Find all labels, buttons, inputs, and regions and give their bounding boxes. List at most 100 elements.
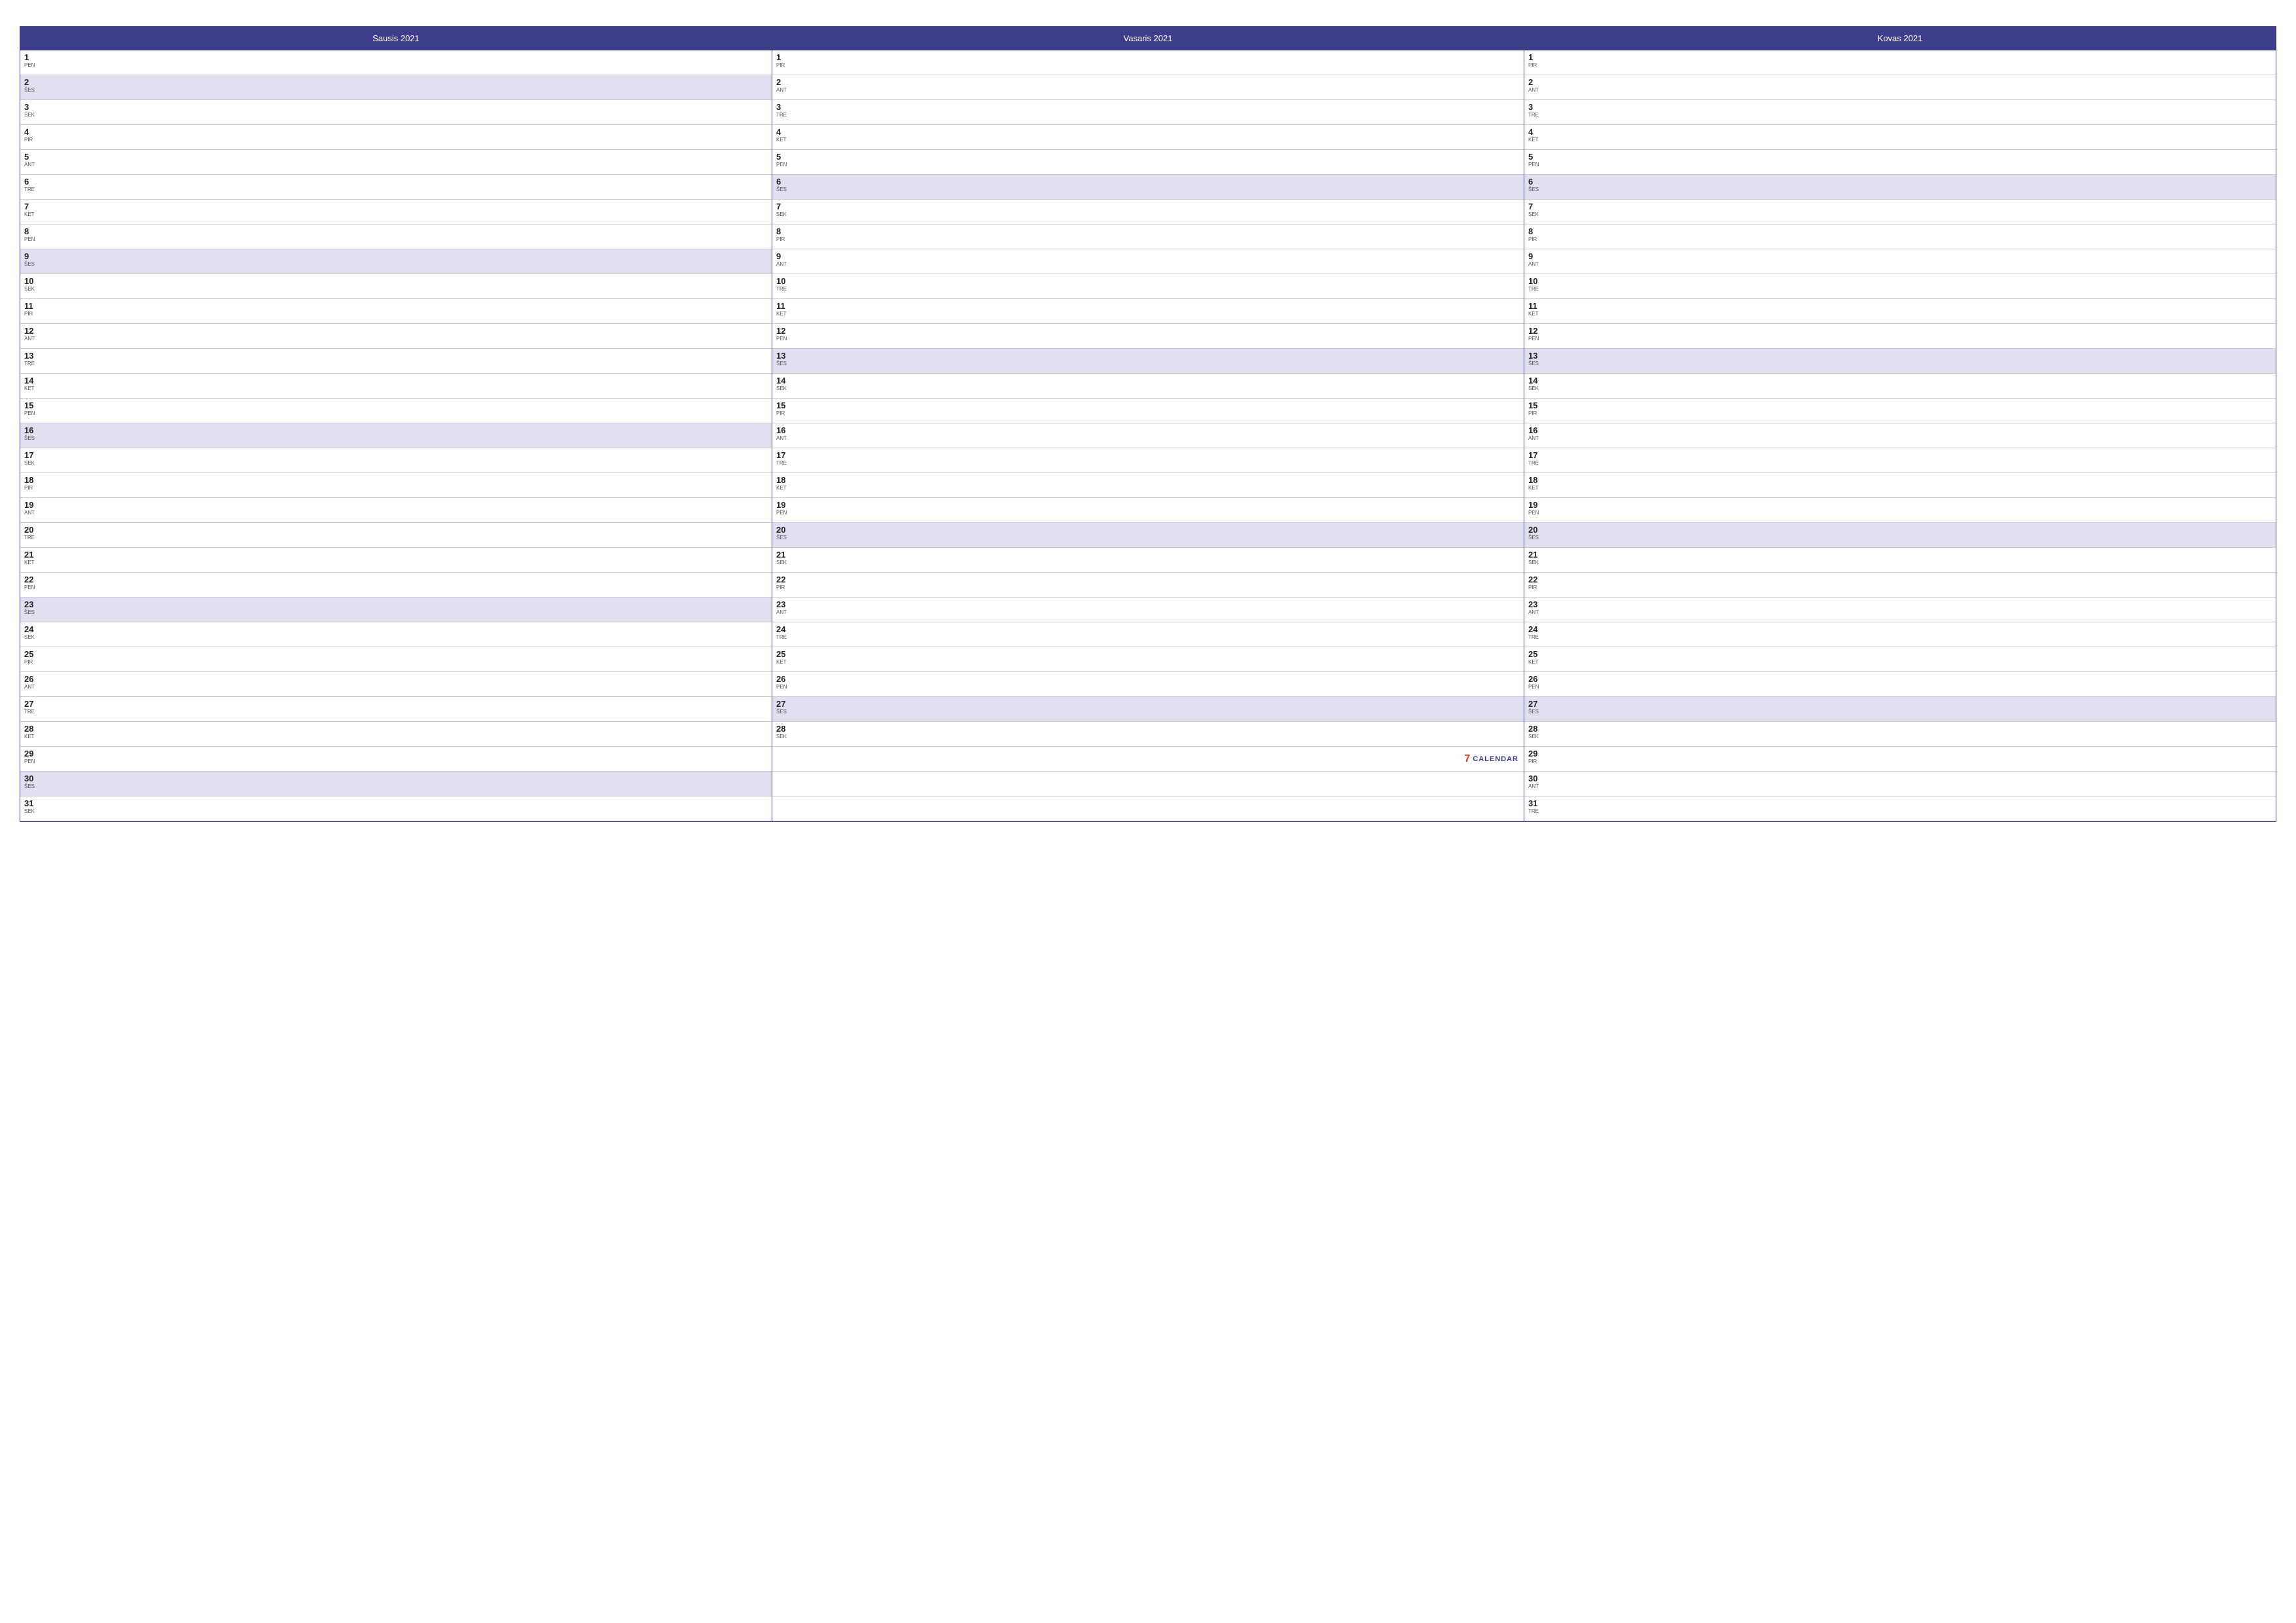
day-row: 4KET <box>1524 125 2276 150</box>
day-row: 3TRE <box>1524 100 2276 125</box>
day-row: 28SEK <box>1524 722 2276 747</box>
day-number-wrap: 23ANT <box>1528 599 1547 615</box>
day-abbr: ŠES <box>1528 187 1547 193</box>
day-number-wrap: 17TRE <box>776 450 795 466</box>
day-row: 23ANT <box>1524 597 2276 622</box>
day-row: 15PIR <box>1524 399 2276 423</box>
day-number-wrap: 31TRE <box>1528 798 1547 814</box>
day-number-wrap: 24TRE <box>1528 624 1547 640</box>
day-number: 20 <box>24 525 43 535</box>
day-abbr: SEK <box>1528 734 1547 740</box>
day-number-wrap: 6TRE <box>24 177 43 192</box>
day-number: 28 <box>776 724 795 734</box>
day-abbr: ANT <box>24 336 43 342</box>
day-number: 3 <box>1528 102 1547 113</box>
day-row: 17SEK <box>20 448 772 473</box>
day-number-wrap: 26PEN <box>1528 674 1547 690</box>
watermark-label: CALENDAR <box>1473 755 1518 763</box>
day-row: 7SEK <box>1524 200 2276 224</box>
day-abbr: ANT <box>776 436 795 442</box>
day-number: 22 <box>1528 575 1547 585</box>
day-abbr: PEN <box>1528 510 1547 516</box>
day-number: 20 <box>776 525 795 535</box>
day-abbr: TRE <box>1528 287 1547 293</box>
day-abbr: ŠES <box>24 610 43 616</box>
day-row-empty <box>772 796 1524 821</box>
day-number: 25 <box>1528 649 1547 660</box>
day-number-wrap: 1PIR <box>776 52 795 68</box>
day-number-wrap: 20TRE <box>24 525 43 541</box>
day-number-wrap: 8PIR <box>776 226 795 242</box>
day-number-wrap: 2ANT <box>776 77 795 93</box>
day-abbr: PEN <box>776 685 795 690</box>
day-number: 30 <box>1528 774 1547 784</box>
day-number: 3 <box>24 102 43 113</box>
month-header-january: Sausis 2021 <box>20 27 772 50</box>
day-number: 11 <box>776 301 795 312</box>
day-number: 2 <box>1528 77 1547 88</box>
day-row-empty <box>772 772 1524 796</box>
calendar-grid: Sausis 20211PEN2ŠES3SEK4PIR5ANT6TRE7KET8… <box>20 26 2276 822</box>
day-abbr: SEK <box>24 287 43 293</box>
day-row: 28KET <box>20 722 772 747</box>
day-abbr: PEN <box>776 510 795 516</box>
day-number-wrap: 28SEK <box>1528 724 1547 740</box>
day-number-wrap: 7SEK <box>1528 202 1547 217</box>
day-row: 11KET <box>772 299 1524 324</box>
day-number: 5 <box>24 152 43 162</box>
day-row: 23ŠES <box>20 597 772 622</box>
day-row: 22PIR <box>772 573 1524 597</box>
day-number-wrap: 1PEN <box>24 52 43 68</box>
day-row: 21SEK <box>772 548 1524 573</box>
day-number-wrap: 5ANT <box>24 152 43 168</box>
day-row: 31TRE <box>1524 796 2276 821</box>
day-number: 1 <box>24 52 43 63</box>
day-number-wrap: 13ŠES <box>1528 351 1547 366</box>
day-number-wrap: 5PEN <box>776 152 795 168</box>
day-abbr: PIR <box>24 660 43 666</box>
day-abbr: TRE <box>1528 113 1547 118</box>
day-row: 13TRE <box>20 349 772 374</box>
day-number: 29 <box>1528 749 1547 759</box>
watermark: 7CALENDAR <box>1464 753 1518 765</box>
day-number: 31 <box>24 798 43 809</box>
day-number-wrap: 23ŠES <box>24 599 43 615</box>
day-number: 8 <box>776 226 795 237</box>
day-row: 25PIR <box>20 647 772 672</box>
day-abbr: SEK <box>776 386 795 392</box>
day-row: 30ŠES <box>20 772 772 796</box>
day-row: 14SEK <box>772 374 1524 399</box>
day-row: 4PIR <box>20 125 772 150</box>
day-number: 26 <box>24 674 43 685</box>
day-number-wrap: 14SEK <box>776 376 795 391</box>
day-number: 22 <box>776 575 795 585</box>
day-abbr: SEK <box>776 212 795 218</box>
day-abbr: PEN <box>1528 336 1547 342</box>
day-abbr: PIR <box>1528 759 1547 765</box>
day-abbr: ANT <box>24 162 43 168</box>
day-abbr: TRE <box>1528 635 1547 641</box>
day-number-wrap: 18KET <box>1528 475 1547 491</box>
day-number: 26 <box>1528 674 1547 685</box>
day-number: 17 <box>24 450 43 461</box>
day-abbr: PIR <box>24 486 43 491</box>
day-row: 11PIR <box>20 299 772 324</box>
day-row: 28SEK <box>772 722 1524 747</box>
day-row: 14SEK <box>1524 374 2276 399</box>
day-abbr: ŠES <box>24 436 43 442</box>
day-row: 2ANT <box>772 75 1524 100</box>
day-abbr: TRE <box>776 461 795 467</box>
day-number: 9 <box>1528 251 1547 262</box>
day-number-wrap: 20ŠES <box>1528 525 1547 541</box>
day-number: 27 <box>776 699 795 709</box>
day-row: 27ŠES <box>1524 697 2276 722</box>
day-row: 8PIR <box>772 224 1524 249</box>
day-abbr: KET <box>24 734 43 740</box>
day-number: 9 <box>24 251 43 262</box>
day-number-wrap: 7KET <box>24 202 43 217</box>
day-abbr: KET <box>1528 312 1547 317</box>
day-number: 1 <box>776 52 795 63</box>
day-row: 15PIR <box>772 399 1524 423</box>
day-abbr: PIR <box>776 63 795 69</box>
day-number: 6 <box>776 177 795 187</box>
